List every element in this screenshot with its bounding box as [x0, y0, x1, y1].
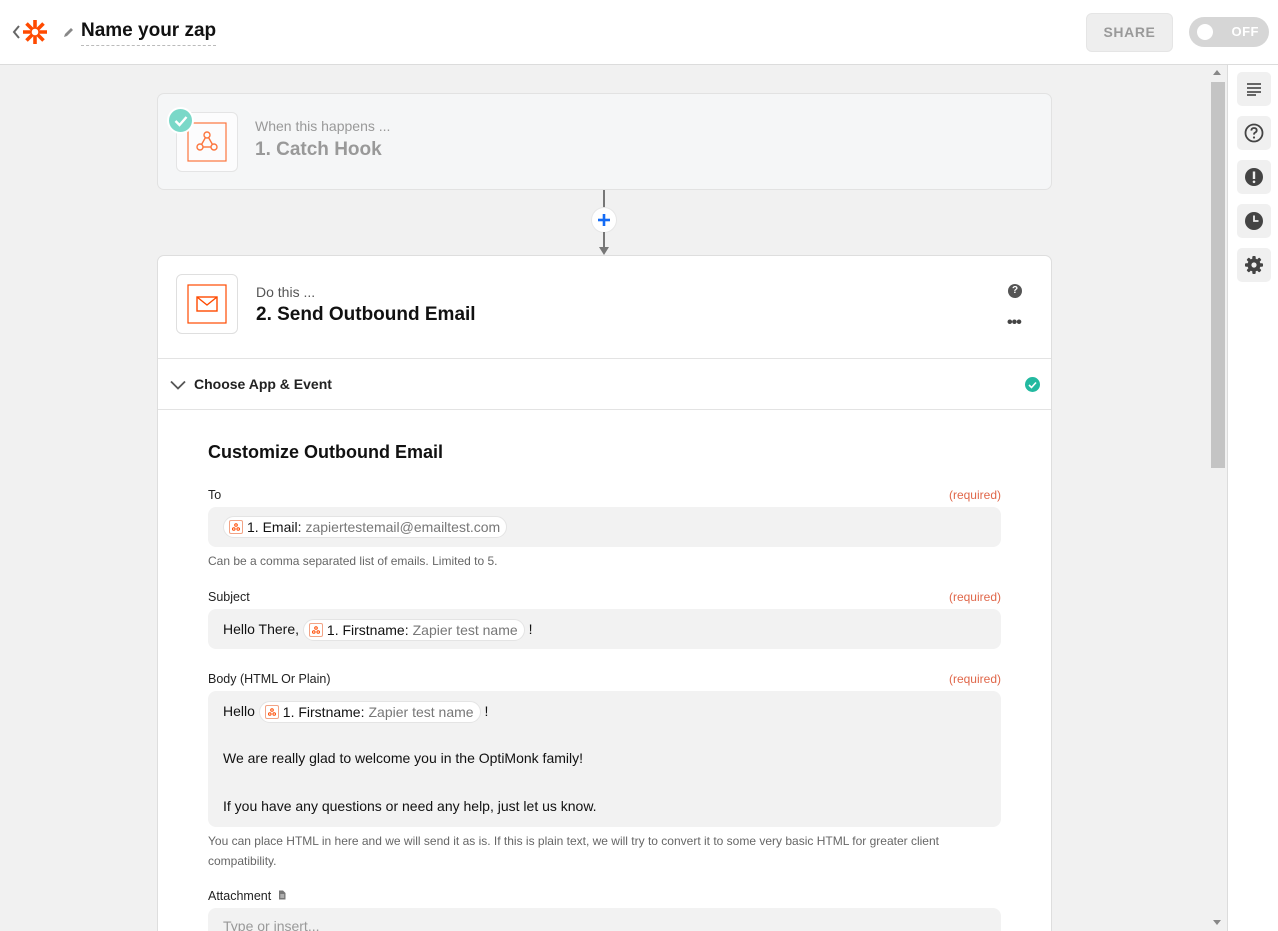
token-value: Zapier test name: [412, 622, 518, 639]
email-envelope-icon: [187, 284, 227, 324]
help-icon[interactable]: [1237, 116, 1271, 150]
attachment-field-input[interactable]: Type or insert...: [208, 908, 1001, 931]
subject-prefix-text: Hello There,: [223, 621, 300, 637]
more-options-icon[interactable]: •••: [1007, 314, 1022, 332]
webhook-token-icon: [308, 623, 323, 638]
webhook-token-icon: [229, 520, 243, 534]
attachment-placeholder: Type or insert...: [223, 918, 320, 931]
zap-on-off-toggle[interactable]: OFF: [1189, 17, 1269, 47]
zapier-logo-icon[interactable]: [22, 19, 48, 45]
token-key: 1. Firstname:: [326, 622, 409, 639]
share-button[interactable]: SHARE: [1086, 13, 1173, 52]
step-help-icon[interactable]: ?: [1008, 284, 1022, 298]
body-field-label: Body (HTML Or Plain): [208, 672, 331, 686]
token-key: 1. Email:: [247, 519, 302, 535]
required-badge: (required): [948, 488, 1001, 502]
action-app-icon-box: [176, 274, 238, 334]
to-field-input[interactable]: 1. Email: zapiertestemail@emailtest.com: [208, 507, 1001, 547]
required-badge: (required): [948, 672, 1001, 686]
settings-icon[interactable]: [1237, 248, 1271, 282]
connector-line: [603, 232, 605, 248]
right-sidebar: [1227, 65, 1278, 931]
details-icon[interactable]: [1237, 72, 1271, 106]
zap-name-title[interactable]: Name your zap: [81, 19, 217, 46]
token-key: 1. Firstname:: [282, 704, 365, 721]
chevron-down-icon: [170, 377, 186, 395]
data-token-pill[interactable]: 1. Firstname: Zapier test name: [258, 701, 481, 724]
trigger-step-subtitle: When this happens ...: [255, 118, 391, 134]
trigger-step-title: 1. Catch Hook: [255, 139, 382, 160]
body-line-welcome: We are really glad to welcome you in the…: [223, 750, 584, 766]
action-step-title: 2. Send Outbound Email: [256, 304, 476, 325]
edit-pencil-icon: [62, 25, 74, 39]
body-field-textarea[interactable]: Hello 1. Firstname: Zapier test name ! W…: [208, 691, 1001, 827]
body-prefix-text: Hello: [223, 703, 255, 719]
required-badge: (required): [948, 590, 1001, 604]
history-icon[interactable]: [1237, 204, 1271, 238]
to-field-label: To: [208, 488, 222, 502]
token-value: zapiertestemail@emailtest.com: [305, 519, 501, 535]
webhook-icon: [187, 122, 227, 162]
customize-title: Customize Outbound Email: [208, 442, 444, 462]
choose-app-event-section-header[interactable]: Choose App & Event: [158, 359, 1051, 410]
attachment-label-text: Attachment: [208, 889, 272, 903]
section-title: Choose App & Event: [194, 376, 332, 392]
section-complete-check-icon: [1025, 377, 1040, 392]
body-suffix-text: !: [484, 703, 489, 719]
subject-field-input[interactable]: Hello There, 1. Firstname: Zapier test n…: [208, 609, 1001, 649]
subject-field-label: Subject: [208, 590, 250, 604]
add-step-plus-icon[interactable]: [592, 208, 616, 232]
webhook-token-icon: [264, 705, 279, 720]
action-step-card: Do this ... 2. Send Outbound Email ? •••…: [157, 255, 1052, 931]
data-token-pill[interactable]: 1. Firstname: Zapier test name: [302, 619, 525, 642]
to-help-text: Can be a comma separated list of emails.…: [208, 554, 498, 568]
body-line-help: If you have any questions or need any he…: [223, 798, 597, 814]
data-token-pill[interactable]: 1. Email: zapiertestemail@emailtest.com: [223, 516, 508, 538]
toggle-knob: [1197, 24, 1213, 40]
body-help-text: You can place HTML in here and we will s…: [208, 834, 939, 868]
connector-arrow-icon: [599, 247, 609, 255]
scrollbar-thumb[interactable]: [1211, 82, 1225, 468]
token-value: Zapier test name: [368, 704, 474, 721]
scroll-up-arrow-icon[interactable]: [1213, 70, 1221, 75]
subject-suffix-text: !: [528, 621, 533, 637]
file-icon: [278, 890, 286, 900]
top-header: Name your zap SHARE OFF: [0, 0, 1278, 65]
trigger-complete-check-icon: [167, 107, 194, 134]
scroll-down-arrow-icon[interactable]: [1213, 920, 1221, 925]
attachment-field-label: Attachment: [208, 889, 286, 903]
alert-icon[interactable]: [1237, 160, 1271, 194]
toggle-label: OFF: [1231, 24, 1259, 39]
connector-line: [603, 190, 605, 208]
action-step-subtitle: Do this ...: [256, 284, 316, 300]
divider: [158, 409, 1051, 410]
